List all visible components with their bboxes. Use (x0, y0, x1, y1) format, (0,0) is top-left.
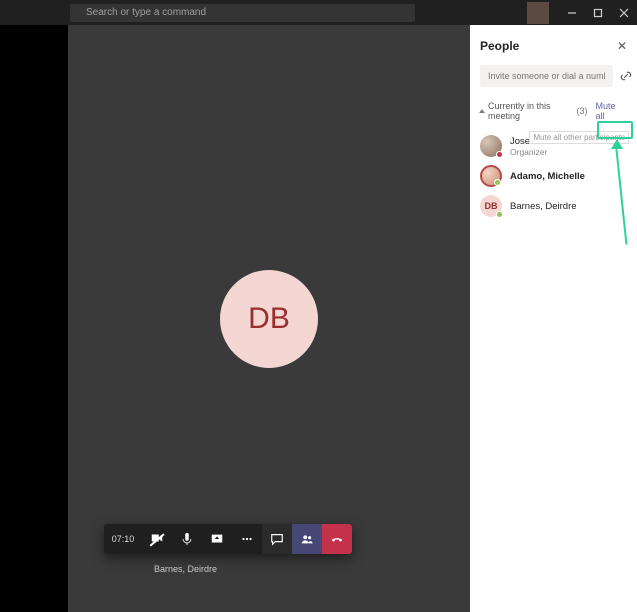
window-controls (527, 0, 637, 25)
call-timer: 07:10 (104, 524, 142, 554)
participant-row[interactable]: Adamo, Michelle (480, 161, 627, 191)
link-icon (619, 69, 633, 83)
speaker-avatar: DB (220, 270, 318, 368)
maximize-button[interactable] (585, 0, 611, 25)
section-label: Currently in this meeting (488, 101, 573, 121)
chat-button[interactable] (262, 524, 292, 554)
more-actions-button[interactable] (232, 524, 262, 554)
invite-input[interactable] (480, 65, 613, 87)
camera-toggle-button[interactable] (142, 524, 172, 554)
people-panel: People ✕ Currently in this meeting (3) M… (470, 25, 637, 612)
section-count: (3) (577, 106, 588, 116)
participant-name: Barnes, Deirdre (510, 201, 577, 212)
participant-row[interactable]: DB Barnes, Deirdre (480, 191, 627, 221)
search-placeholder: Search or type a command (86, 7, 206, 18)
participant-name: Adamo, Michelle (510, 171, 585, 182)
profile-tile[interactable] (527, 2, 549, 24)
mic-toggle-button[interactable] (172, 524, 202, 554)
close-panel-button[interactable]: ✕ (617, 39, 627, 53)
title-bar: Search or type a command (0, 0, 637, 25)
minimize-button[interactable] (559, 0, 585, 25)
participant-role: Organizer (510, 147, 565, 157)
avatar: DB (480, 195, 502, 217)
mic-icon (180, 532, 194, 546)
meeting-toolbar: 07:10 (104, 524, 352, 554)
meeting-stage: DB 07:10 Bar (68, 25, 470, 612)
avatar (480, 135, 502, 157)
search-input[interactable]: Search or type a command (70, 4, 415, 22)
main-area: DB 07:10 Bar (0, 25, 637, 612)
presence-available-icon (494, 179, 501, 186)
hangup-icon (330, 532, 344, 546)
hangup-button[interactable] (322, 524, 352, 554)
people-button[interactable] (292, 524, 322, 554)
avatar (480, 165, 502, 187)
camera-icon (150, 531, 164, 545)
share-button[interactable] (202, 524, 232, 554)
share-icon (210, 532, 224, 546)
presence-available-icon (496, 211, 503, 218)
speaker-initials: DB (248, 302, 290, 336)
more-icon (240, 532, 254, 546)
chat-icon (270, 532, 284, 546)
close-window-button[interactable] (611, 0, 637, 25)
speaker-caption: Barnes, Deirdre (154, 564, 217, 574)
presence-busy-icon (496, 151, 503, 158)
app-rail (0, 25, 68, 612)
mute-all-button[interactable]: Mute all (592, 99, 627, 123)
people-title: People (480, 39, 519, 53)
participant-row[interactable]: Jose Rosario Organizer Mute all other pa… (480, 131, 627, 161)
copy-link-button[interactable] (619, 65, 633, 87)
people-icon (300, 532, 314, 546)
mute-all-tooltip: Mute all other participants (529, 131, 629, 144)
caret-icon (479, 109, 485, 113)
section-header[interactable]: Currently in this meeting (3) Mute all (480, 99, 627, 123)
